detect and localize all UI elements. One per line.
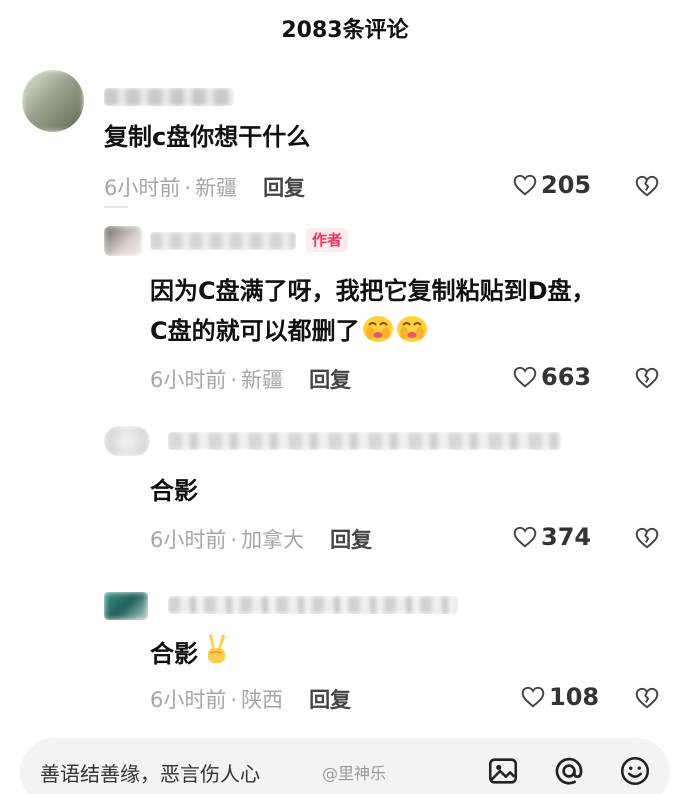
avatar[interactable] xyxy=(104,426,150,456)
comment-meta: 6小时前 · 新疆 回复 xyxy=(104,176,306,200)
like-count: 374 xyxy=(541,523,592,551)
reply-button[interactable]: 回复 xyxy=(309,688,351,712)
comment-time: 6小时前 xyxy=(150,528,227,552)
smiley-icon[interactable] xyxy=(618,754,652,788)
like-count: 205 xyxy=(541,171,592,199)
comment-text: 复制c盘你想干什么 xyxy=(104,123,311,151)
like-button[interactable]: 205 xyxy=(512,171,591,199)
watermark-text: @里神乐 xyxy=(322,764,387,783)
comment-text: 合影 xyxy=(150,632,232,677)
image-icon[interactable] xyxy=(486,754,520,788)
like-button[interactable]: 374 xyxy=(512,523,591,551)
comment-input-bar[interactable]: 善语结善缘，恶言伤人心 @里神乐 xyxy=(20,738,670,794)
thread-divider xyxy=(104,206,128,208)
comment-location: 陕西 xyxy=(241,688,284,712)
at-sign-icon[interactable] xyxy=(552,754,586,788)
like-button[interactable]: 108 xyxy=(520,683,599,711)
comment-location: 加拿大 xyxy=(241,528,305,552)
comment-meta: 6小时前 · 陕西 回复 xyxy=(150,688,352,712)
like-count: 108 xyxy=(549,683,600,711)
username-blurred[interactable] xyxy=(168,596,458,614)
comment-location: 新疆 xyxy=(195,176,238,200)
author-badge: 作者 xyxy=(306,228,349,252)
comments-header: 2083条评论 xyxy=(0,0,690,56)
username-blurred[interactable] xyxy=(168,432,562,450)
broken-heart-icon[interactable] xyxy=(634,365,660,391)
comment-count-title: 2083条评论 xyxy=(281,18,409,43)
comment-meta: 6小时前 · 新疆 回复 xyxy=(150,368,352,392)
comment-text-content: 合影 xyxy=(150,640,198,668)
heart-outline-icon xyxy=(513,366,537,388)
avatar[interactable] xyxy=(104,226,142,256)
username-blurred[interactable] xyxy=(150,232,296,250)
broken-heart-icon[interactable] xyxy=(634,173,660,199)
reply-button[interactable]: 回复 xyxy=(330,528,372,552)
comment-meta: 6小时前 · 加拿大 回复 xyxy=(150,528,373,552)
pleading-face-emoji-icon xyxy=(396,313,428,354)
heart-outline-icon xyxy=(513,526,537,548)
username-blurred[interactable] xyxy=(104,88,234,106)
avatar[interactable] xyxy=(104,592,148,620)
heart-outline-icon xyxy=(521,686,545,708)
victory-hand-emoji-icon xyxy=(200,632,232,677)
comment-text-line-1: 因为C盘满了呀，我把它复制粘贴到D盘， xyxy=(150,277,596,305)
broken-heart-icon[interactable] xyxy=(634,685,660,711)
reply-button[interactable]: 回复 xyxy=(309,368,351,392)
comment-text-line-2: C盘的就可以都删了 xyxy=(150,312,428,354)
pleading-face-emoji-icon xyxy=(362,313,394,354)
heart-outline-icon xyxy=(513,174,537,196)
comment-time: 6小时前 xyxy=(150,688,227,712)
comment-input-placeholder[interactable]: 善语结善缘，恶言伤人心 xyxy=(40,758,260,787)
like-count: 663 xyxy=(541,363,592,391)
comment-time: 6小时前 xyxy=(104,176,181,200)
avatar[interactable] xyxy=(22,70,84,132)
broken-heart-icon[interactable] xyxy=(634,525,660,551)
like-button[interactable]: 663 xyxy=(512,363,591,391)
reply-button[interactable]: 回复 xyxy=(263,176,305,200)
comment-time: 6小时前 xyxy=(150,368,227,392)
comment-location: 新疆 xyxy=(241,368,284,392)
comment-text-line-2-text: C盘的就可以都删了 xyxy=(150,317,360,345)
comment-text: 合影 xyxy=(150,477,198,505)
